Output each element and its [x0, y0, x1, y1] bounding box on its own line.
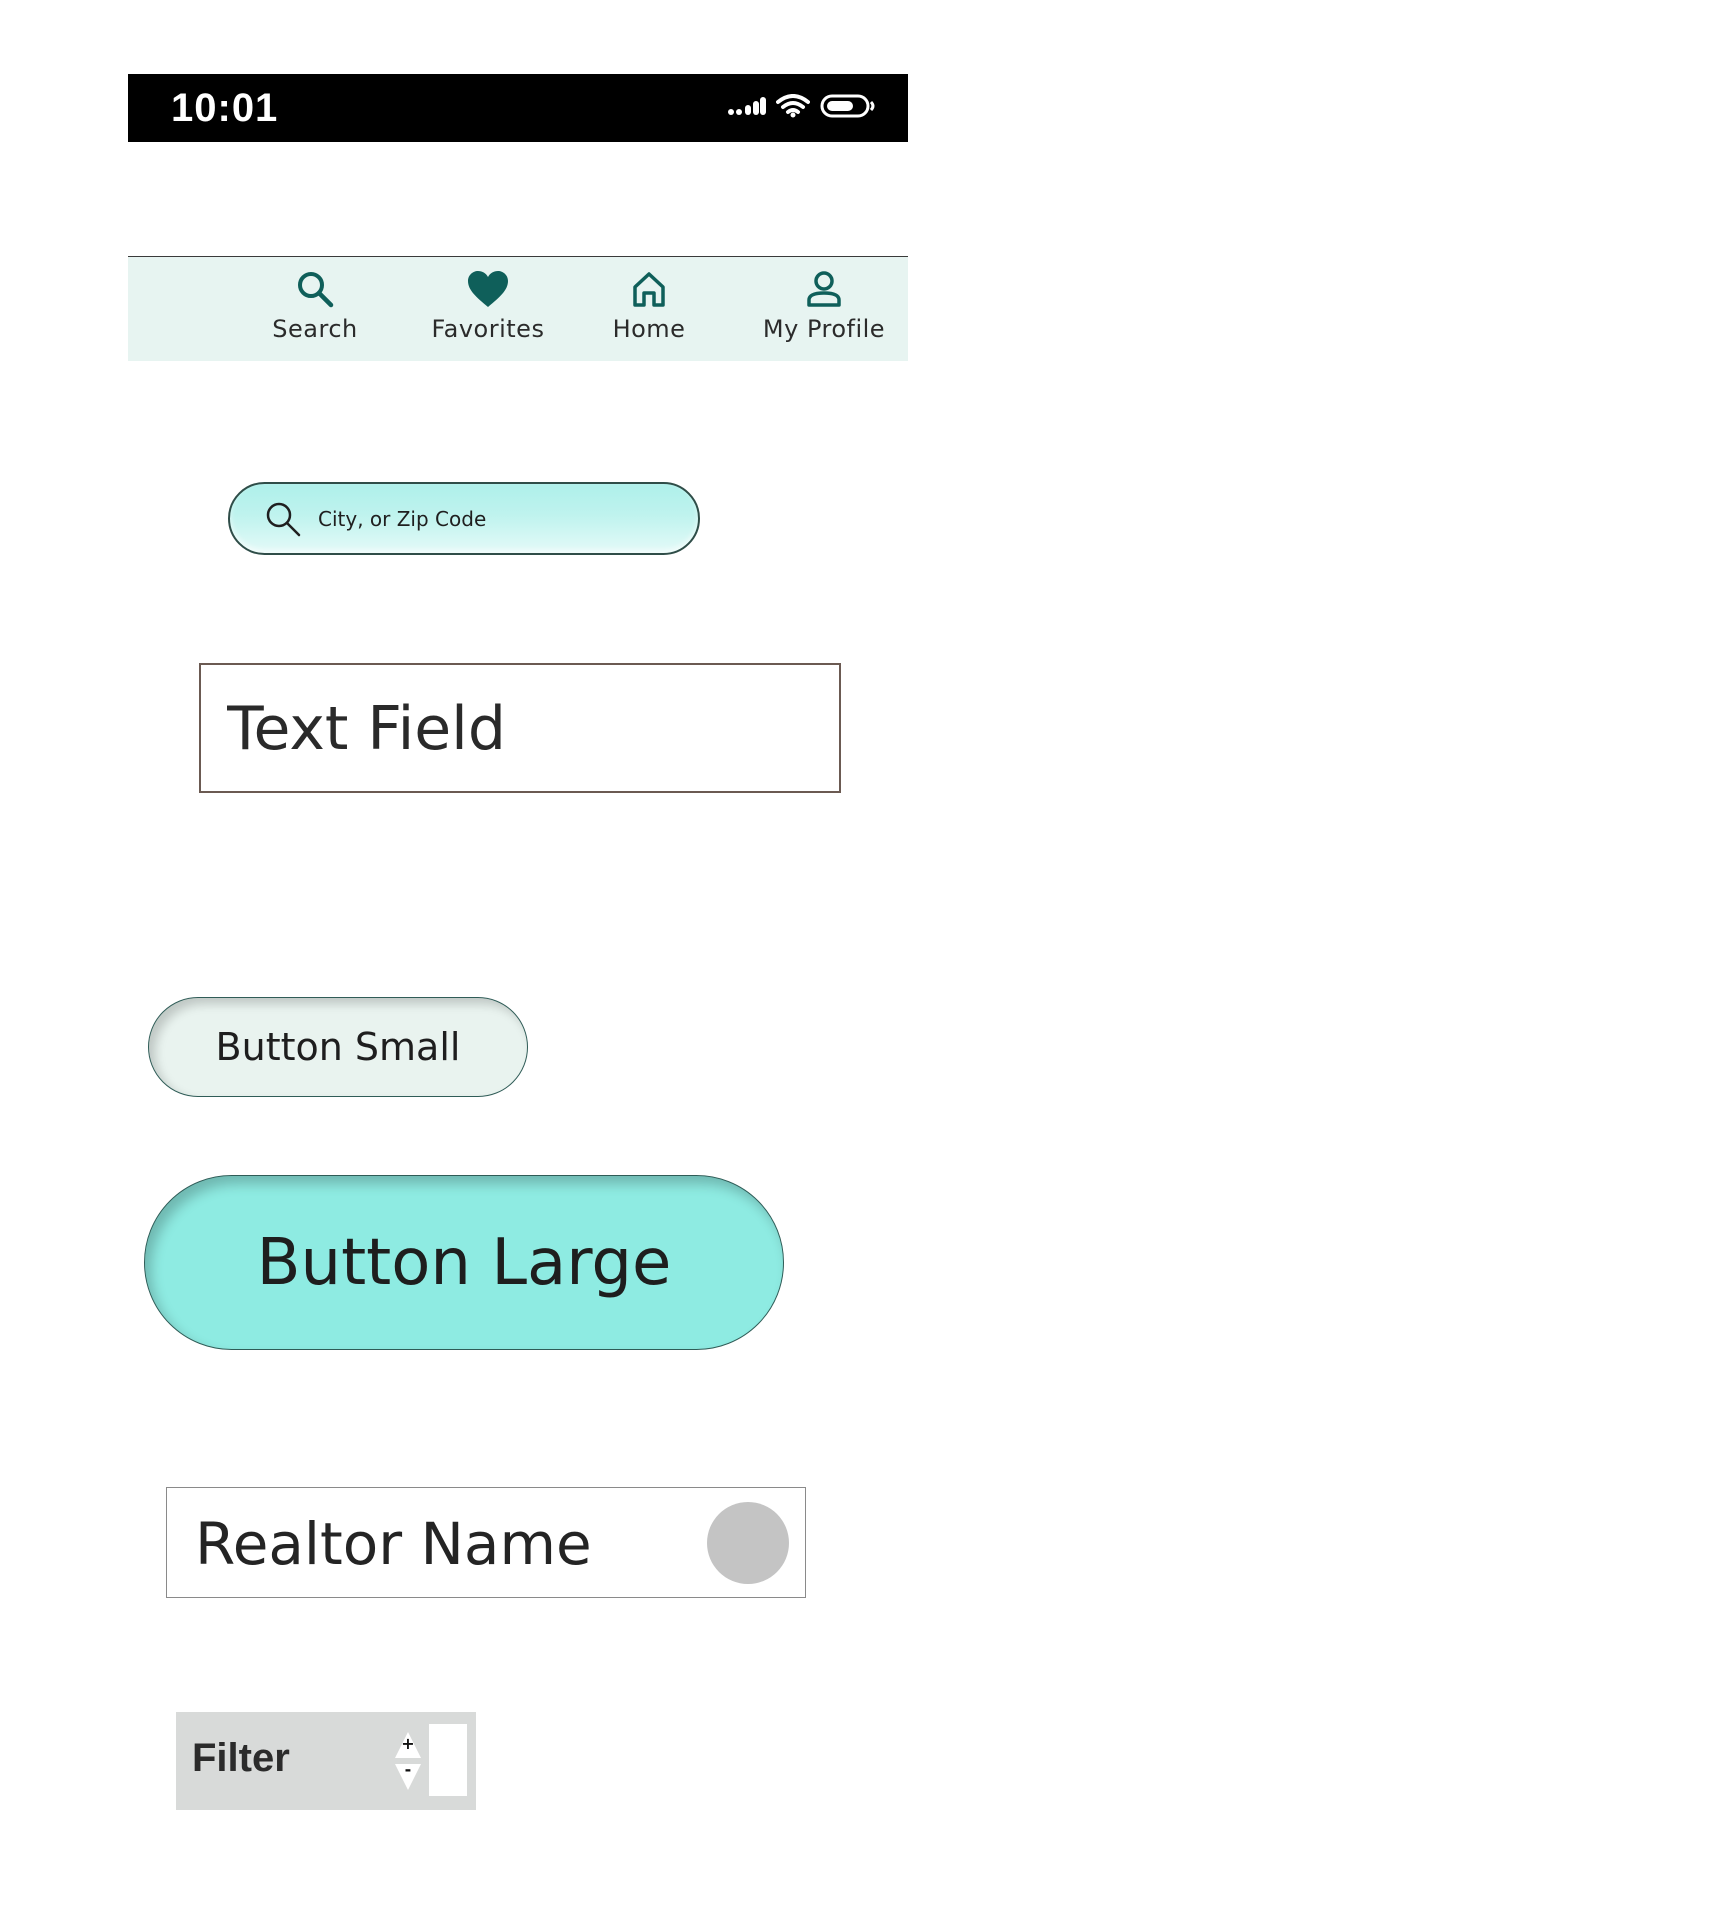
- nav-label-search: Search: [272, 315, 358, 343]
- nav-item-home[interactable]: Home: [574, 269, 724, 355]
- nav-label-home: Home: [612, 315, 686, 343]
- status-icons: [728, 94, 876, 122]
- filter-label: Filter: [192, 1736, 290, 1780]
- home-icon: [629, 269, 669, 309]
- signal-icon: [728, 96, 766, 120]
- nav-item-favorites[interactable]: Favorites: [413, 269, 563, 355]
- battery-icon: [820, 94, 876, 122]
- stepper-decrement-button[interactable]: -: [392, 1760, 424, 1792]
- bottom-nav-bar: Search Favorites Home My Profile: [128, 256, 908, 361]
- text-field[interactable]: [199, 663, 841, 793]
- filter-stepper: + -: [392, 1730, 424, 1792]
- avatar: [707, 1502, 789, 1584]
- button-large[interactable]: Button Large: [144, 1175, 784, 1350]
- wifi-icon: [776, 94, 810, 122]
- button-small[interactable]: Button Small: [148, 997, 528, 1097]
- realtor-name: Realtor Name: [195, 1510, 592, 1578]
- realtor-card[interactable]: Realtor Name: [166, 1487, 806, 1598]
- stepper-increment-sign: +: [401, 1734, 415, 1753]
- heart-icon: [466, 269, 510, 309]
- text-field-input[interactable]: [227, 687, 807, 771]
- search-input[interactable]: [318, 496, 668, 542]
- status-time: 10:01: [171, 86, 279, 130]
- filter-value-input[interactable]: [429, 1724, 467, 1796]
- search-bar[interactable]: [228, 482, 700, 555]
- stepper-decrement-sign: -: [404, 1760, 412, 1779]
- stepper-increment-button[interactable]: +: [392, 1730, 424, 1760]
- profile-icon: [804, 269, 844, 309]
- search-icon: [295, 269, 335, 309]
- nav-item-search[interactable]: Search: [240, 269, 390, 355]
- nav-item-profile[interactable]: My Profile: [749, 269, 899, 355]
- filter-control: Filter + -: [176, 1712, 476, 1810]
- search-icon: [264, 500, 302, 542]
- status-bar: 10:01: [128, 74, 908, 142]
- nav-label-favorites: Favorites: [431, 315, 545, 343]
- nav-label-profile: My Profile: [762, 315, 886, 343]
